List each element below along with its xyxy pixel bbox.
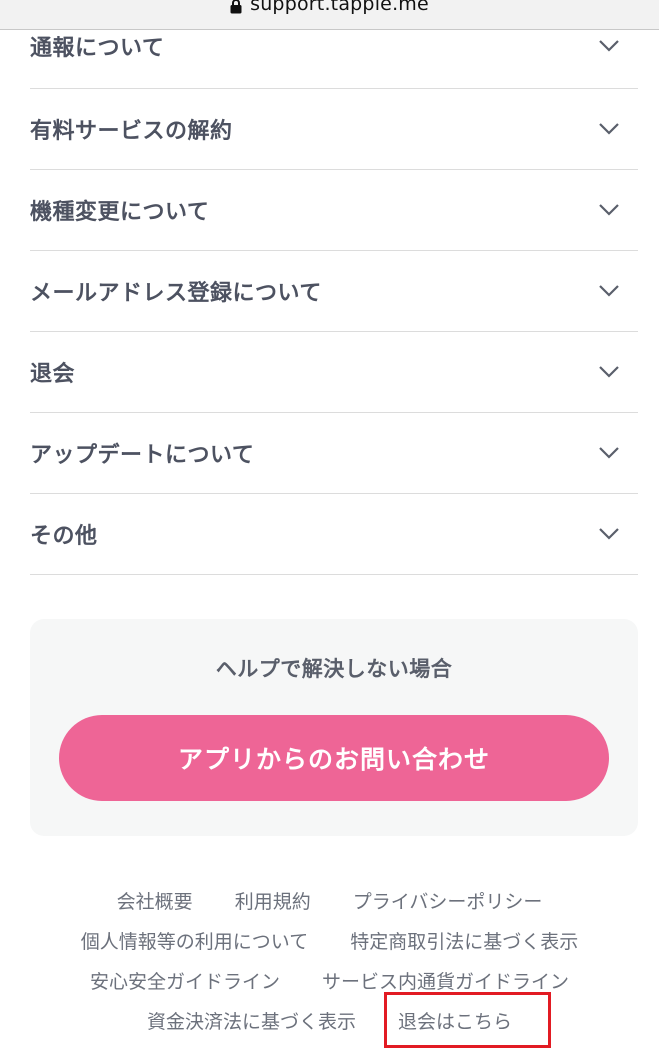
chevron-down-icon: [599, 528, 619, 540]
faq-item-device-change[interactable]: 機種変更について: [30, 170, 638, 251]
footer-links: 会社概要 利用規約 プライバシーポリシー 個人情報等の利用について 特定商取引法…: [0, 880, 659, 1040]
footer-link-company[interactable]: 会社概要: [117, 887, 193, 914]
help-box-title: ヘルプで解決しない場合: [215, 657, 453, 681]
faq-item-label: アップデートについて: [30, 443, 255, 468]
faq-item-withdrawal[interactable]: 退会: [30, 332, 638, 413]
faq-item-paid-cancel[interactable]: 有料サービスの解約: [30, 89, 638, 170]
faq-item-label: 機種変更について: [30, 200, 210, 225]
footer-link-currency-guideline[interactable]: サービス内通貨ガイドライン: [322, 967, 569, 994]
chevron-down-icon: [599, 285, 619, 297]
faq-item-label: メールアドレス登録について: [30, 281, 322, 306]
faq-item-label: その他: [30, 524, 98, 549]
highlight-box: [384, 992, 551, 1048]
footer-link-personal-info[interactable]: 個人情報等の利用について: [81, 927, 308, 954]
faq-item-label: 退会: [30, 362, 76, 387]
faq-item-update[interactable]: アップデートについて: [30, 413, 638, 494]
app-contact-button[interactable]: アプリからのお問い合わせ: [59, 715, 609, 801]
footer-link-safety-guideline[interactable]: 安心安全ガイドライン: [90, 967, 280, 994]
help-box: ヘルプで解決しない場合 アプリからのお問い合わせ: [30, 619, 638, 836]
faq-item-report[interactable]: 通報について: [30, 4, 638, 89]
chevron-down-icon: [599, 447, 619, 459]
footer-link-terms[interactable]: 利用規約: [235, 887, 311, 914]
footer-link-payment-law[interactable]: 資金決済法に基づく表示: [147, 1007, 356, 1034]
chevron-down-icon: [599, 40, 619, 52]
faq-item-email-registration[interactable]: メールアドレス登録について: [30, 251, 638, 332]
faq-category-list: 通報について 有料サービスの解約 機種変更について メールアドレス登録について …: [30, 4, 638, 575]
faq-item-label: 有料サービスの解約: [30, 119, 233, 144]
chevron-down-icon: [599, 123, 619, 135]
chevron-down-icon: [599, 204, 619, 216]
footer-link-privacy[interactable]: プライバシーポリシー: [353, 887, 543, 914]
faq-item-label: 通報について: [30, 36, 165, 61]
support-page: support.tapple.me 通報について 有料サービスの解約 機種変更に…: [0, 0, 659, 1049]
chevron-down-icon: [599, 366, 619, 378]
footer-link-commercial-law[interactable]: 特定商取引法に基づく表示: [350, 927, 578, 954]
faq-item-other[interactable]: その他: [30, 494, 638, 575]
